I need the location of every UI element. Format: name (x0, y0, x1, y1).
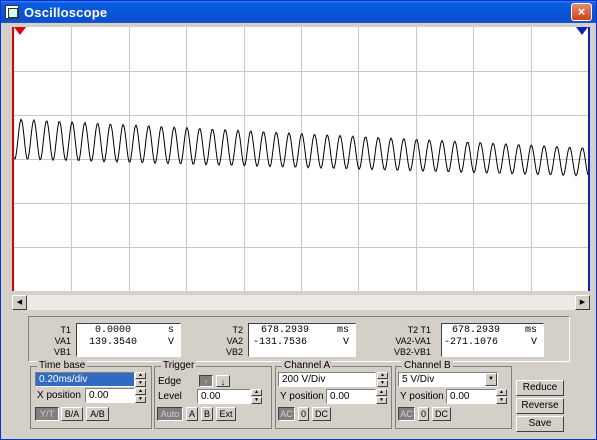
scroll-left-icon[interactable]: ◀ (12, 295, 27, 310)
trigger-level-input[interactable]: 0.00 (197, 389, 251, 404)
cursor-1-marker[interactable] (14, 27, 26, 35)
rising-edge-icon[interactable]: ↑ (199, 375, 213, 387)
spin-up-icon[interactable]: ▲ (135, 372, 146, 379)
readout-value: 678.2939 (261, 325, 310, 336)
channel-a-ac-button[interactable]: AC (278, 407, 295, 421)
channel-a-ypos-input[interactable]: 0.00 (326, 389, 376, 404)
readout-unit: V (530, 337, 537, 348)
falling-edge-icon[interactable]: ↓ (216, 375, 230, 387)
client-area: ◀ ▶ T1 VA1 VB1 0.0000 s 139.3540 V T2 VA… (4, 23, 593, 437)
spin-down-icon[interactable]: ▼ (377, 380, 388, 387)
group-title: Trigger (161, 360, 197, 371)
level-label: Level (158, 391, 182, 402)
readout-t1-values: 0.0000 s 139.3540 V (76, 323, 181, 357)
readout-value: 678.2939 (452, 325, 501, 336)
channel-a-scale-spinner[interactable]: ▲ ▼ (377, 372, 389, 387)
readout-unit: ms (336, 325, 349, 336)
timebase-scale-select[interactable]: 0.20ms/div (35, 372, 135, 387)
cursor-readout-panel: T1 VA1 VB1 0.0000 s 139.3540 V T2 VA2 VB… (28, 316, 570, 362)
spin-up-icon[interactable]: ▲ (376, 389, 387, 396)
readout-label: VA2 (226, 336, 243, 346)
xpos-spinner[interactable]: 0.00 ▲ ▼ (85, 388, 147, 403)
trigger-b-button[interactable]: B (201, 407, 213, 421)
readout-unit: ms (524, 325, 537, 336)
readout-value: 139.3540 (89, 337, 138, 348)
readout-value: -131.7536 (253, 337, 308, 348)
scope-display (12, 27, 590, 291)
cursor-2-marker[interactable] (576, 27, 588, 35)
window-title: Oscilloscope (24, 4, 108, 20)
group-title: Time base (37, 360, 88, 371)
spin-down-icon[interactable]: ▼ (496, 397, 507, 404)
chevron-down-icon[interactable]: ▼ (485, 373, 497, 386)
spin-up-icon[interactable]: ▲ (377, 372, 388, 379)
channel-a-scale-select[interactable]: 200 V/Div (278, 372, 376, 387)
save-button[interactable]: Save (516, 416, 564, 432)
trigger-auto-button[interactable]: Auto (157, 407, 183, 421)
spin-down-icon[interactable]: ▼ (135, 380, 146, 387)
channel-a-dc-button[interactable]: DC (312, 407, 331, 421)
spin-down-icon[interactable]: ▼ (251, 397, 262, 404)
mode-yt-button[interactable]: Y/T (35, 407, 59, 421)
group-title: Channel A (282, 360, 333, 371)
channel-b-ypos-spinner[interactable]: 0.00 ▲ ▼ (446, 389, 508, 404)
trigger-level-spinner[interactable]: 0.00 ▲ ▼ (197, 389, 263, 404)
spin-up-icon[interactable]: ▲ (135, 388, 146, 395)
readout-label: VB1 (53, 347, 71, 357)
readout-label: VB2-VB1 (393, 347, 431, 357)
xpos-input[interactable]: 0.00 (85, 388, 135, 403)
mode-ba-button[interactable]: B/A (61, 407, 83, 421)
channel-b-zero-button[interactable]: 0 (418, 407, 429, 421)
readout-label: VB2 (225, 347, 243, 357)
readout-label: T2 T1 (407, 325, 431, 335)
spin-up-icon[interactable]: ▲ (251, 389, 262, 396)
readout-t2-values: 678.2939 ms -131.7536 V (248, 323, 356, 357)
ypos-label: Y position (280, 391, 324, 402)
reduce-button[interactable]: Reduce (516, 380, 564, 396)
readout-label: T2 (232, 325, 243, 335)
readout-unit: s (167, 325, 174, 336)
channel-a-zero-button[interactable]: 0 (298, 407, 309, 421)
channel-a-ypos-spinner[interactable]: 0.00 ▲ ▼ (326, 389, 388, 404)
readout-label: T1 (60, 325, 71, 335)
channel-b-dc-button[interactable]: DC (432, 407, 451, 421)
scroll-right-icon[interactable]: ▶ (575, 295, 590, 310)
oscilloscope-window: Oscilloscope × ◀ ▶ T1 VA1 VB1 0.00 00 s 1… (0, 0, 597, 440)
edge-label: Edge (158, 376, 182, 387)
spin-down-icon[interactable]: ▼ (135, 396, 146, 403)
readout-diff-values: 678.2939 ms -271.1076 V (441, 323, 544, 357)
readout-unit: V (342, 337, 349, 348)
time-base-group: Time base 0.20ms/div ▲ ▼ X position 0.00… (30, 360, 152, 429)
readout-value: 0.0000 (95, 325, 132, 336)
timebase-scale-spinner[interactable]: ▲ ▼ (135, 372, 147, 387)
trigger-a-button[interactable]: A (186, 407, 198, 421)
channel-b-ypos-input[interactable]: 0.00 (446, 389, 496, 404)
ypos-label: Y position (400, 391, 444, 402)
channel-a-group: Channel A 200 V/Div ▲ ▼ Y position 0.00 … (275, 360, 392, 429)
channel-b-scale-select[interactable]: 5 V/Div ▼ (398, 372, 498, 387)
group-title: Channel B (402, 360, 453, 371)
channel-b-ac-button[interactable]: AC (398, 407, 415, 421)
close-button[interactable]: × (571, 3, 592, 21)
mode-ab-button[interactable]: A/B (86, 407, 109, 421)
spin-down-icon[interactable]: ▼ (376, 397, 387, 404)
readout-label: VA1 (54, 336, 71, 346)
oscilloscope-app-icon (5, 5, 19, 19)
reverse-button[interactable]: Reverse (516, 398, 564, 414)
horizontal-scrollbar[interactable]: ◀ ▶ (12, 295, 590, 310)
trigger-ext-button[interactable]: Ext (216, 407, 236, 421)
readout-value: -271.1076 (444, 337, 499, 348)
title-bar[interactable]: Oscilloscope × (1, 1, 596, 23)
trigger-group: Trigger Edge ↑ ↓ Level 0.00 ▲ ▼ Auto A B… (154, 360, 272, 429)
channel-b-group: Channel B 5 V/Div ▼ Y position 0.00 ▲ ▼ … (395, 360, 512, 429)
spin-up-icon[interactable]: ▲ (496, 389, 507, 396)
xpos-label: X position (37, 390, 81, 401)
readout-label: VA2-VA1 (395, 336, 431, 346)
readout-unit: V (167, 337, 174, 348)
scope-grid-and-trace (14, 27, 588, 291)
